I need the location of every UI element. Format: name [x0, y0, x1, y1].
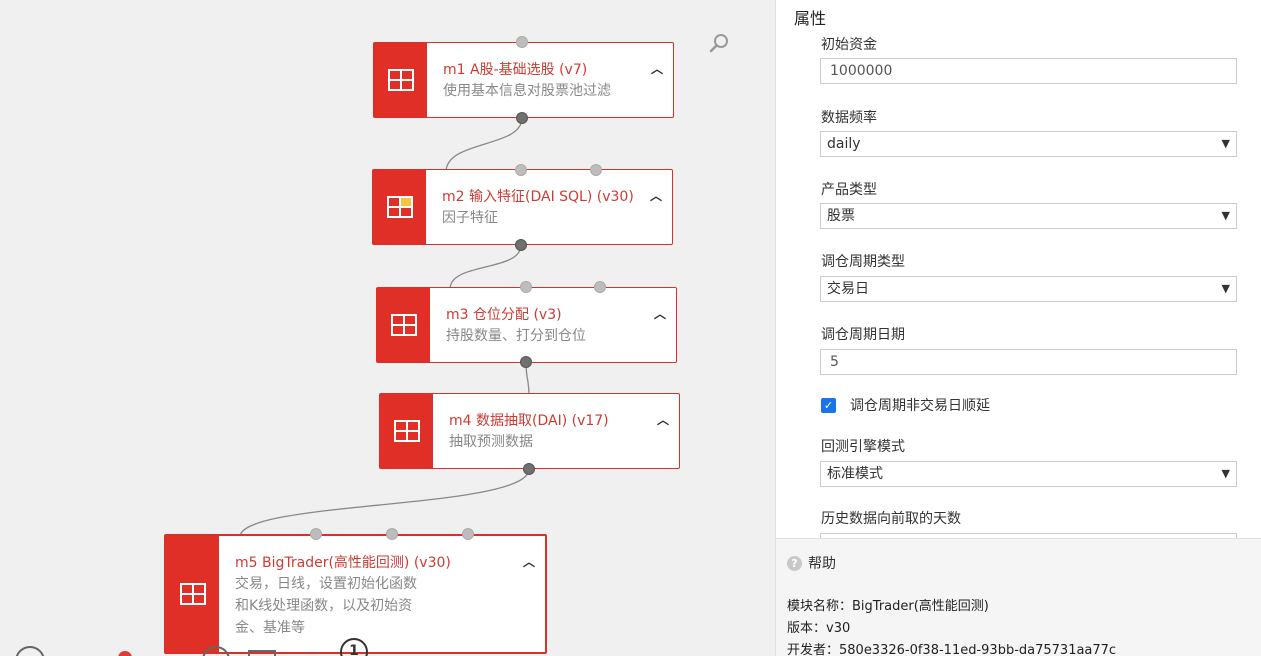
module-icon	[166, 536, 219, 652]
node-desc-line-1: 交易，日线，设置初始化函数	[235, 576, 417, 592]
node-title: m5 BigTrader(高性能回测) (v30)	[235, 555, 451, 571]
search-icon[interactable]	[708, 32, 730, 54]
chevron-down-icon: ▼	[1221, 137, 1230, 150]
initial-capital-input[interactable]	[820, 58, 1237, 84]
module-icon	[380, 394, 433, 468]
input-port[interactable]	[310, 528, 322, 540]
collapse-icon[interactable]: ︿	[651, 60, 663, 77]
module-icon	[374, 43, 427, 117]
help-header: ? 帮助	[787, 553, 836, 573]
node-desc: 因子特征	[442, 210, 498, 226]
edge-m2-m3	[449, 244, 522, 290]
node-title: m3 仓位分配 (v3)	[446, 307, 562, 323]
help-title: 帮助	[808, 556, 836, 572]
help-section: ? 帮助 模块名称：BigTrader(高性能回测) 版本：v30 开发者：58…	[776, 538, 1261, 656]
history-days-label: 历史数据向前取的天数	[821, 511, 961, 527]
input-port[interactable]	[594, 281, 606, 293]
help-version: 版本：v30	[787, 621, 851, 636]
input-port[interactable]	[520, 281, 532, 293]
output-port[interactable]	[520, 356, 532, 368]
node-m4[interactable]: m4 数据抽取(DAI) (v17) 抽取预测数据 ︿	[379, 393, 680, 469]
postpone-row: ✓ 调仓周期非交易日顺延	[821, 395, 990, 415]
postpone-label: 调仓周期非交易日顺延	[850, 398, 990, 414]
node-desc: 持股数量、打分到仓位	[446, 328, 586, 344]
rebalance-days-label: 调仓周期日期	[821, 327, 905, 343]
collapse-icon[interactable]: ︿	[523, 553, 535, 570]
properties-section: 属性 初始资金 数据频率 daily ▼ 产品类型 股票 ▼ 调仓周期类型 交易…	[776, 0, 1261, 538]
node-m5[interactable]: m5 BigTrader(高性能回测) (v30) 交易，日线，设置初始化函数 …	[164, 534, 547, 654]
collapse-icon[interactable]: ︿	[650, 187, 662, 204]
rebalance-type-label: 调仓周期类型	[821, 254, 905, 270]
node-title: m4 数据抽取(DAI) (v17)	[449, 413, 609, 429]
layout-icon[interactable]	[248, 650, 276, 656]
chevron-down-icon: ▼	[1221, 282, 1230, 295]
node-m1[interactable]: m1 A股-基础选股 (v7) 使用基本信息对股票池过滤 ︿	[373, 42, 674, 118]
data-frequency-label: 数据频率	[821, 110, 877, 126]
data-frequency-select[interactable]: daily ▼	[820, 131, 1237, 157]
module-icon	[377, 288, 430, 362]
input-port[interactable]	[462, 528, 474, 540]
output-port[interactable]	[523, 463, 535, 475]
engine-mode-select[interactable]: 标准模式 ▼	[820, 461, 1237, 487]
node-m3[interactable]: m3 仓位分配 (v3) 持股数量、打分到仓位 ︿	[376, 287, 677, 363]
right-panel: 属性 初始资金 数据频率 daily ▼ 产品类型 股票 ▼ 调仓周期类型 交易…	[775, 0, 1261, 656]
node-desc: 抽取预测数据	[449, 434, 533, 450]
node-desc: 使用基本信息对股票池过滤	[443, 83, 611, 99]
initial-capital-label: 初始资金	[821, 37, 877, 53]
help-developer: 开发者：580e3326-0f38-11ed-93bb-da75731aa77c	[787, 643, 1117, 656]
engine-mode-value: 标准模式	[827, 466, 883, 482]
product-type-select[interactable]: 股票 ▼	[820, 203, 1237, 229]
input-port[interactable]	[590, 164, 602, 176]
chevron-down-icon: ▼	[1221, 467, 1230, 480]
properties-title: 属性	[794, 9, 827, 28]
output-port[interactable]	[515, 239, 527, 251]
module-icon	[373, 170, 426, 244]
postpone-checkbox[interactable]: ✓	[821, 397, 836, 413]
product-type-value: 股票	[827, 208, 855, 224]
input-port[interactable]	[515, 164, 527, 176]
help-icon: ?	[787, 555, 802, 571]
node-desc-line-3: 金、基准等	[235, 620, 305, 636]
output-port[interactable]	[516, 112, 528, 124]
engine-mode-label: 回测引擎模式	[821, 439, 905, 455]
rebalance-type-value: 交易日	[827, 281, 869, 297]
more-icon[interactable]: ⋮⋮	[300, 650, 324, 656]
node-desc-line-2: 和K线处理函数，以及初始资	[235, 598, 413, 614]
edge-m4-m5	[239, 468, 530, 538]
chevron-down-icon: ▼	[1221, 209, 1230, 222]
product-type-label: 产品类型	[821, 182, 877, 198]
node-title: m1 A股-基础选股 (v7)	[443, 62, 588, 78]
node-m2[interactable]: m2 输入特征(DAI SQL) (v30) 因子特征 ︿	[372, 169, 673, 245]
workflow-canvas[interactable]: m1 A股-基础选股 (v7) 使用基本信息对股票池过滤 ︿ m2 输入特征(D…	[0, 0, 775, 656]
collapse-icon[interactable]: ︿	[657, 411, 669, 428]
rebalance-days-input[interactable]	[820, 349, 1237, 375]
help-module-name: 模块名称：BigTrader(高性能回测)	[787, 599, 989, 614]
input-port[interactable]	[516, 36, 528, 48]
data-frequency-value: daily	[827, 136, 861, 152]
input-port[interactable]	[386, 528, 398, 540]
rebalance-type-select[interactable]: 交易日 ▼	[820, 276, 1237, 302]
collapse-icon[interactable]: ︿	[654, 305, 666, 322]
edge-m1-m2	[445, 117, 523, 173]
node-title: m2 输入特征(DAI SQL) (v30)	[442, 189, 634, 205]
